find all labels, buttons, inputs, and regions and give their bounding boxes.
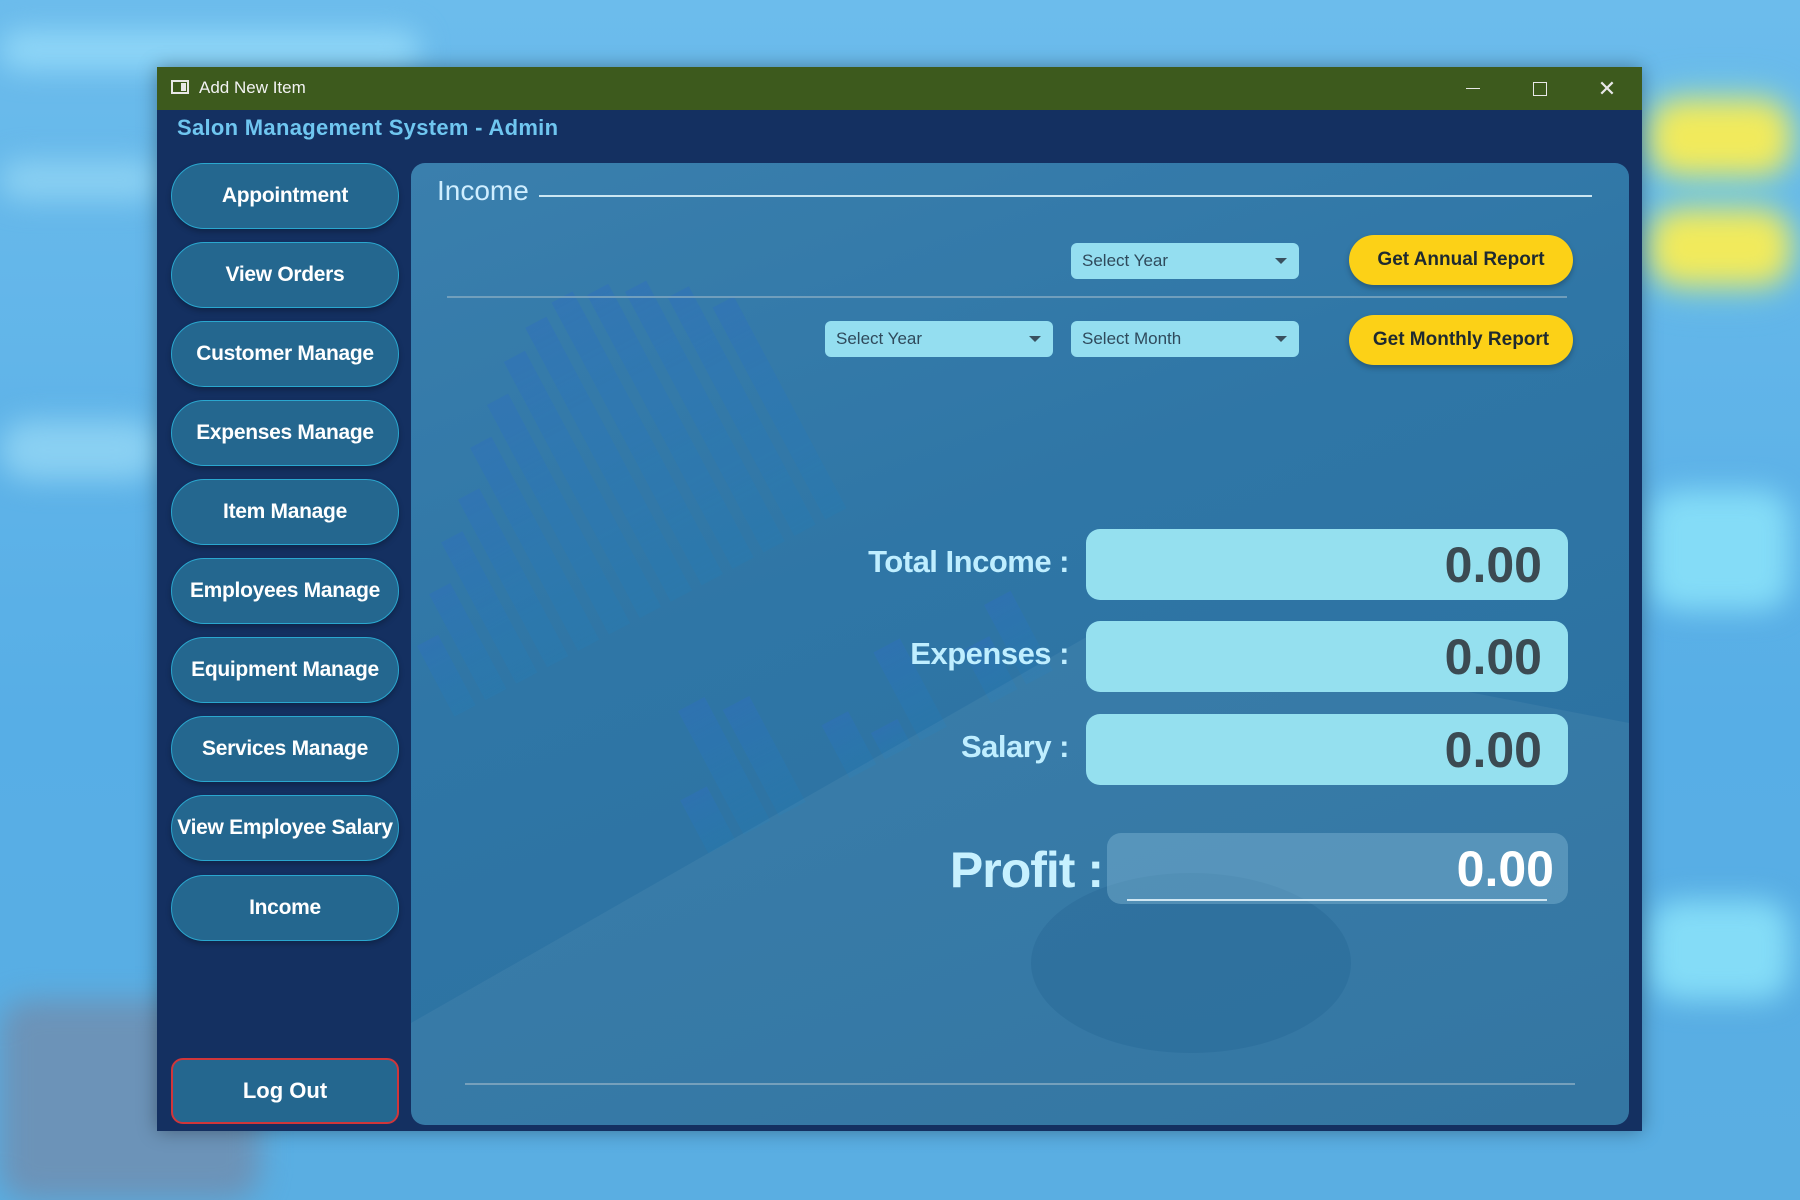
window-app-icon	[171, 80, 189, 94]
profit-field: 0.00	[1107, 833, 1568, 904]
title-bar[interactable]: Add New Item ✕	[157, 67, 1642, 110]
logout-button[interactable]: Log Out	[171, 1058, 399, 1124]
sidebar-item-view-employee-salary[interactable]: View Employee Salary	[171, 795, 399, 861]
footer-divider	[465, 1083, 1575, 1085]
sidebar-item-income[interactable]: Income	[171, 875, 399, 941]
expenses-field: 0.00	[1086, 621, 1568, 692]
monthly-year-select-value: Select Year	[836, 329, 923, 348]
profit-underline	[1127, 899, 1547, 901]
profit-label: Profit :	[949, 842, 1104, 898]
close-icon: ✕	[1597, 75, 1617, 101]
expenses-label: Expenses :	[910, 636, 1069, 671]
monthly-year-select[interactable]: Select Year	[825, 321, 1053, 357]
blurred-shape	[0, 30, 420, 70]
panel-title: Income	[437, 175, 529, 206]
minimize-button[interactable]	[1440, 67, 1506, 110]
sidebar-item-view-orders[interactable]: View Orders	[171, 242, 399, 308]
window-title: Add New Item	[199, 78, 306, 97]
annual-year-select[interactable]: Select Year	[1071, 243, 1299, 279]
salary-label: Salary :	[960, 729, 1070, 764]
blurred-shape	[1650, 900, 1790, 1000]
sidebar-item-employees-manage[interactable]: Employees Manage	[171, 558, 399, 624]
monthly-month-select[interactable]: Select Month	[1071, 321, 1299, 357]
monthly-month-select-value: Select Month	[1082, 329, 1182, 348]
section-divider	[447, 296, 1567, 298]
get-annual-report-button[interactable]: Get Annual Report	[1349, 235, 1573, 285]
minimize-icon	[1466, 88, 1480, 89]
close-button[interactable]: ✕	[1574, 67, 1640, 110]
annual-year-select-value: Select Year	[1082, 251, 1169, 270]
chevron-down-icon	[1275, 336, 1287, 342]
chevron-down-icon	[1275, 258, 1287, 264]
chevron-down-icon	[1029, 336, 1041, 342]
app-window: Add New Item ✕ Salon Management System -…	[157, 67, 1642, 1131]
sidebar-item-services-manage[interactable]: Services Manage	[171, 716, 399, 782]
blurred-shape	[0, 420, 160, 480]
sidebar-item-item-manage[interactable]: Item Manage	[171, 479, 399, 545]
app-header-title: Salon Management System - Admin	[177, 115, 559, 140]
maximize-button[interactable]	[1507, 67, 1573, 110]
sidebar-item-expenses-manage[interactable]: Expenses Manage	[171, 400, 399, 466]
blurred-shape	[1650, 100, 1790, 175]
sidebar-item-customer-manage[interactable]: Customer Manage	[171, 321, 399, 387]
income-panel: Income Select Year Get Annual Report Sel…	[411, 163, 1629, 1125]
sidebar-item-equipment-manage[interactable]: Equipment Manage	[171, 637, 399, 703]
maximize-icon	[1533, 81, 1547, 96]
blurred-shape	[1650, 490, 1790, 610]
salary-field: 0.00	[1086, 714, 1568, 785]
get-monthly-report-button[interactable]: Get Monthly Report	[1349, 315, 1573, 365]
sidebar-item-appointment[interactable]: Appointment	[171, 163, 399, 229]
total-income-field: 0.00	[1086, 529, 1568, 600]
total-income-label: Total Income :	[868, 544, 1069, 579]
blurred-shape	[1650, 210, 1790, 285]
title-divider	[539, 195, 1592, 197]
blurred-shape	[0, 160, 160, 200]
